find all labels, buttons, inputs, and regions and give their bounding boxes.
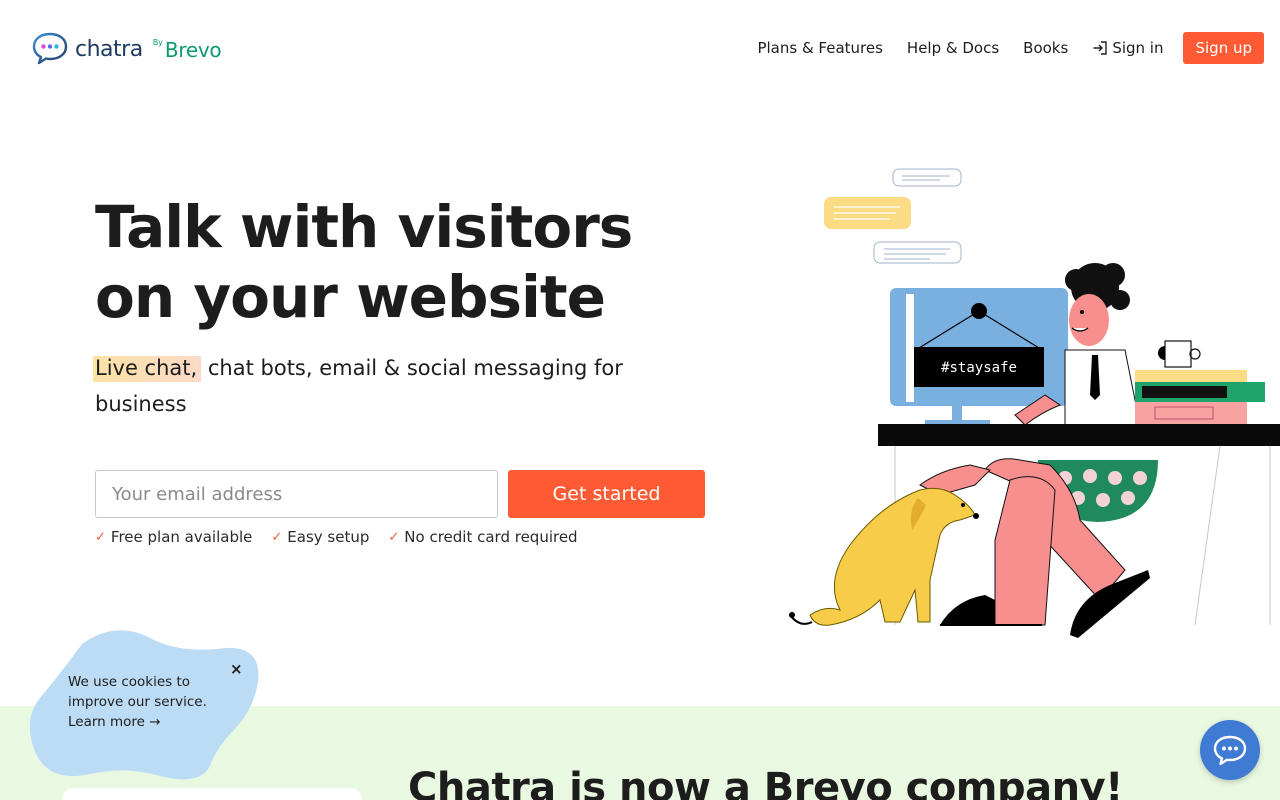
cookie-text: We use cookies to improve our service. L… bbox=[68, 672, 228, 732]
perk-label: Easy setup bbox=[287, 528, 370, 546]
hero-title-line2: on your website bbox=[95, 263, 606, 331]
sign-up-button[interactable]: Sign up bbox=[1183, 32, 1264, 64]
perk-item: ✓ No credit card required bbox=[388, 528, 577, 546]
cookie-message: We use cookies to improve our service. bbox=[68, 674, 207, 710]
get-started-button[interactable]: Get started bbox=[508, 470, 705, 518]
perk-item: ✓ Easy setup bbox=[271, 528, 369, 546]
chat-bubble-icon bbox=[1213, 735, 1247, 766]
check-icon: ✓ bbox=[388, 529, 400, 545]
cookie-notice: We use cookies to improve our service. L… bbox=[30, 626, 262, 782]
perk-label: Free plan available bbox=[110, 528, 253, 546]
check-icon: ✓ bbox=[95, 529, 106, 545]
sign-in-link[interactable]: Sign in bbox=[1092, 39, 1163, 57]
sign-in-icon bbox=[1093, 41, 1108, 55]
nav-help-docs[interactable]: Help & Docs bbox=[907, 39, 999, 57]
close-icon[interactable]: × bbox=[230, 660, 243, 678]
hero-illustration: #staysafe bbox=[789, 168, 1280, 638]
check-icon: ✓ bbox=[271, 529, 283, 545]
perk-item: ✓ Free plan available bbox=[95, 528, 252, 546]
email-input[interactable]: Your email address bbox=[95, 470, 498, 518]
main-nav: Plans & Features Help & Docs Books Sign … bbox=[733, 32, 1264, 64]
hero-title: Talk with visitors on your website bbox=[95, 192, 715, 332]
subtitle-highlight: Live chat, bbox=[93, 356, 202, 382]
hero-subtitle: Live chat, chat bots, email & social mes… bbox=[93, 350, 695, 422]
brevo-announcement-title: Chatra is now a Brevo company! bbox=[408, 765, 1123, 800]
cookie-learn-more-link[interactable]: Learn more → bbox=[68, 712, 228, 732]
sign-in-label: Sign in bbox=[1112, 39, 1164, 57]
chat-widget-button[interactable] bbox=[1200, 720, 1260, 780]
brevo-name: Brevo bbox=[164, 38, 222, 62]
perk-label: No credit card required bbox=[404, 528, 578, 546]
chatra-logo[interactable]: chatra By Brevo bbox=[31, 31, 222, 65]
chat-bubble-logo-icon bbox=[32, 32, 68, 65]
brand-name: chatra bbox=[75, 37, 143, 62]
site-header: chatra By Brevo Plans & Features Help & … bbox=[0, 0, 1280, 96]
nav-books[interactable]: Books bbox=[1023, 39, 1068, 57]
hero-title-line1: Talk with visitors bbox=[95, 193, 633, 261]
band-card bbox=[62, 788, 362, 800]
nav-plans-features[interactable]: Plans & Features bbox=[757, 39, 882, 57]
staysafe-sign-text: #staysafe bbox=[941, 360, 1017, 376]
brand-by: By bbox=[152, 38, 163, 47]
perks-list: ✓ Free plan available ✓ Easy setup ✓ No … bbox=[95, 528, 597, 546]
